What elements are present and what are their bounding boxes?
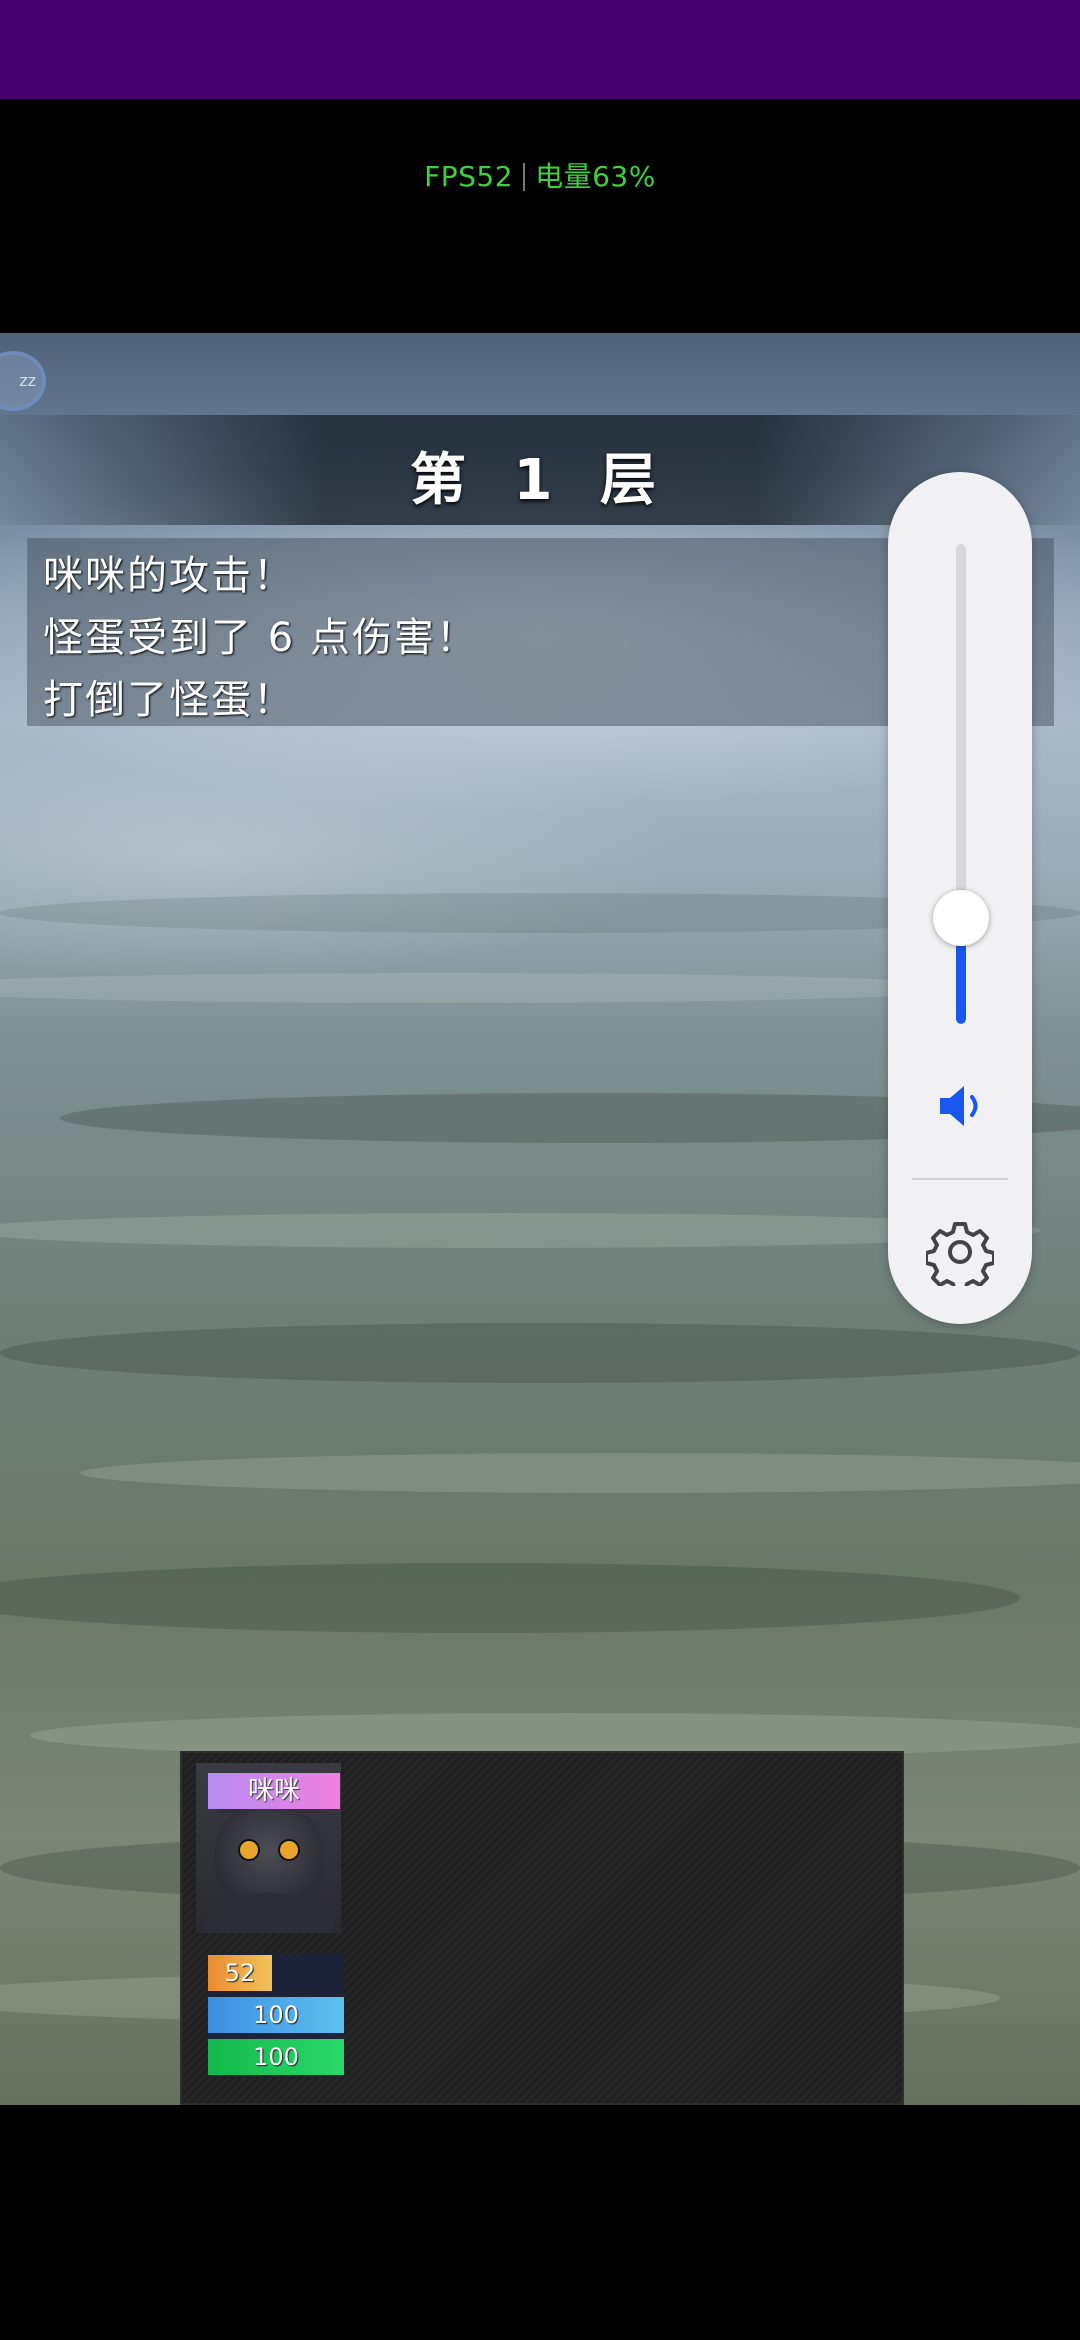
screen: FPS52 电量63% zz 第 1 层 咪咪的攻击！ 怪蛋受到了 6 点伤害！ … <box>0 0 1080 2340</box>
battery-level: 电量63% <box>535 160 656 193</box>
mp-gauge: 100 <box>208 1997 344 2033</box>
actor-gauges: 52 100 100 <box>208 1953 344 2077</box>
message-line: 怪蛋受到了 6 点伤害！ <box>43 615 478 661</box>
status-bar-background <box>0 0 1080 99</box>
message-line: 打倒了怪蛋！ <box>43 677 295 723</box>
sleep-button[interactable]: zz <box>0 351 46 411</box>
performance-overlay: FPS52 电量63% <box>0 155 1080 195</box>
hp-value: 52 <box>224 1959 256 1987</box>
tp-gauge: 100 <box>208 2039 344 2075</box>
message-line: 咪咪的攻击！ <box>43 553 295 599</box>
party-status-window[interactable]: 咪咪 52 100 100 <box>180 1751 904 2105</box>
speaker-icon[interactable] <box>936 1082 988 1130</box>
actor-name: 咪咪 <box>208 1773 340 1809</box>
volume-slider-track[interactable] <box>956 544 966 1024</box>
floor-title: 第 1 层 <box>410 448 670 513</box>
letterbox-top <box>0 99 1080 333</box>
tp-value: 100 <box>253 2043 299 2071</box>
letterbox-bottom <box>0 2105 1080 2340</box>
mp-value: 100 <box>253 2001 299 2029</box>
gear-icon[interactable] <box>926 1218 994 1286</box>
panel-divider <box>912 1178 1008 1180</box>
divider <box>523 163 526 191</box>
hp-gauge: 52 <box>208 1955 272 1991</box>
fps-counter: FPS52 <box>424 160 514 193</box>
volume-panel[interactable] <box>888 472 1032 1324</box>
volume-slider-knob[interactable] <box>933 890 989 946</box>
